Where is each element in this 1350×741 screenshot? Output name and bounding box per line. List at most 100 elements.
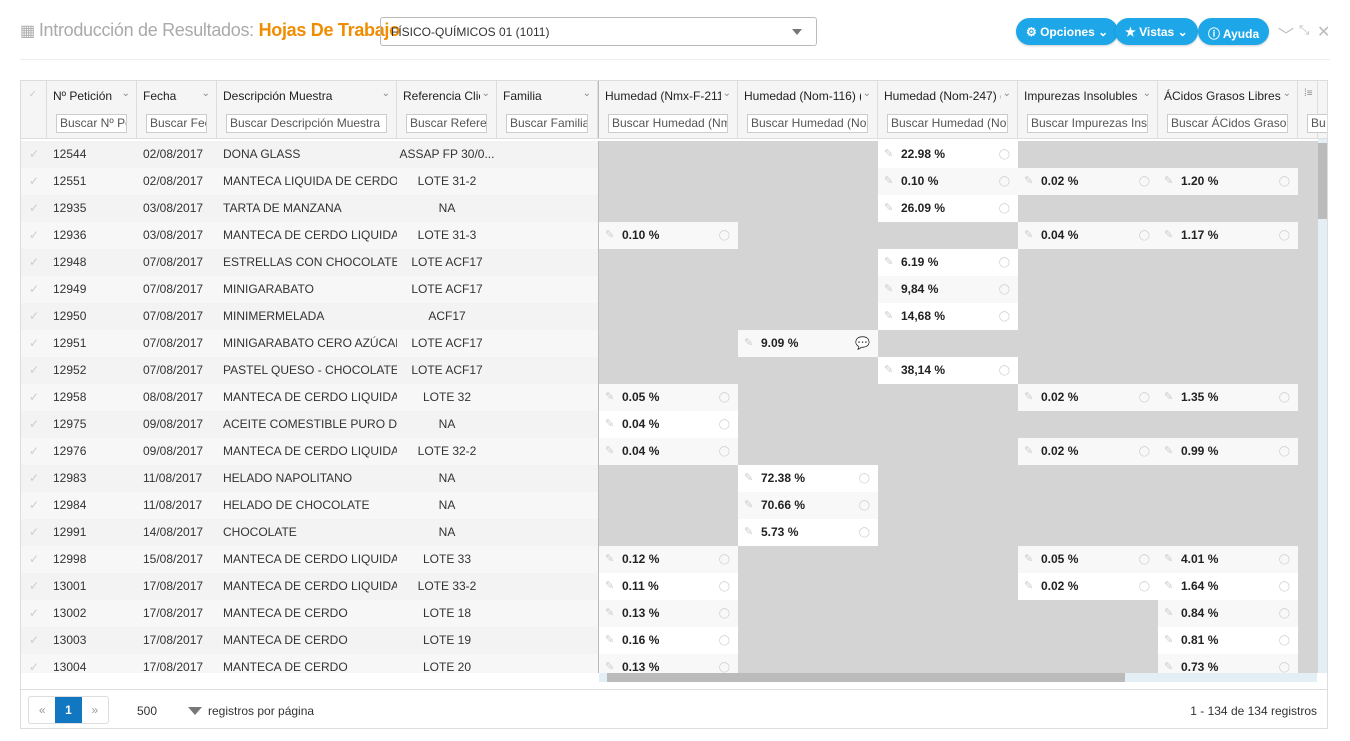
page-size-select[interactable]: 500 (137, 704, 157, 718)
pencil-icon[interactable]: ✎ (1164, 384, 1173, 411)
comment-icon[interactable]: ◯ (719, 573, 730, 600)
chevron-down-icon[interactable]: ⌄ (1143, 88, 1151, 99)
row-checkbox[interactable]: ✓ (21, 519, 47, 546)
row-checkbox[interactable]: ✓ (21, 222, 47, 249)
row-checkbox[interactable]: ✓ (21, 438, 47, 465)
comment-icon[interactable]: ◯ (1279, 438, 1290, 465)
comment-icon[interactable]: ◯ (1139, 438, 1150, 465)
comment-icon[interactable]: ◯ (719, 600, 730, 627)
result-cell[interactable]: ✎ 4.01 % ◯ (1158, 546, 1298, 573)
row-checkbox[interactable]: ✓ (21, 330, 47, 357)
comment-icon[interactable]: ◯ (999, 276, 1010, 303)
result-cell[interactable]: ✎ 0.04 % ◯ (598, 438, 738, 465)
header-select-all[interactable]: ✓ (21, 81, 47, 138)
pencil-icon[interactable]: ✎ (1164, 222, 1173, 249)
comment-icon[interactable]: ◯ (1139, 168, 1150, 195)
pencil-icon[interactable]: ✎ (605, 627, 614, 654)
result-cell[interactable]: ✎ 1.20 % ◯ (1158, 168, 1298, 195)
column-header[interactable]: Humedad (Nom-116) (2...⌄ Buscar Humedad (… (738, 81, 878, 138)
row-checkbox[interactable]: ✓ (21, 492, 47, 519)
column-menu-icon[interactable]: ⁞≡ (1304, 88, 1313, 99)
result-cell[interactable]: ✎ 9,84 % ◯ (878, 276, 1018, 303)
column-header[interactable]: Humedad (Nmx-F-211) ⌄ Buscar Humedad (Nmx (598, 81, 738, 138)
row-checkbox[interactable]: ✓ (21, 627, 47, 654)
pencil-icon[interactable]: ✎ (744, 492, 753, 519)
pencil-icon[interactable]: ✎ (1164, 654, 1173, 673)
row-checkbox[interactable]: ✓ (21, 195, 47, 222)
comment-icon[interactable]: ◯ (1139, 546, 1150, 573)
chevron-down-icon[interactable]: ⌄ (122, 88, 130, 99)
column-header[interactable]: Humedad (Nom-247) (2...⌄ Buscar Humedad (… (878, 81, 1018, 138)
pencil-icon[interactable]: ✎ (1024, 546, 1033, 573)
comment-icon[interactable]: ◯ (1139, 222, 1150, 249)
comment-icon[interactable]: ◯ (719, 384, 730, 411)
result-cell[interactable]: ✎ 0.99 % ◯ (1158, 438, 1298, 465)
result-cell[interactable]: ✎ 1.17 % ◯ (1158, 222, 1298, 249)
comment-icon[interactable]: ◯ (1279, 384, 1290, 411)
column-search-input[interactable]: Buscar Familia (506, 114, 588, 133)
result-cell[interactable]: ✎ 0.02 % ◯ (1018, 168, 1158, 195)
result-cell[interactable]: ✎ 72.38 % ◯ (738, 465, 878, 492)
comment-icon[interactable]: ◯ (719, 627, 730, 654)
column-search-input[interactable]: Buscar Referencia (406, 114, 487, 133)
pencil-icon[interactable]: ✎ (744, 519, 753, 546)
horizontal-scrollbar[interactable] (599, 673, 1317, 682)
comment-icon[interactable]: 💬 (855, 330, 870, 357)
result-cell[interactable]: ✎ 0.02 % ◯ (1018, 573, 1158, 600)
prev-page-button[interactable]: « (29, 697, 55, 723)
comment-icon[interactable]: ◯ (859, 465, 870, 492)
comment-icon[interactable]: ◯ (1279, 654, 1290, 673)
comment-icon[interactable]: ◯ (1279, 600, 1290, 627)
result-cell[interactable]: ✎ 0.84 % ◯ (1158, 600, 1298, 627)
pencil-icon[interactable]: ✎ (605, 384, 614, 411)
column-header[interactable]: Nº Petición ⌄ Buscar Nº Petición (47, 81, 137, 138)
row-checkbox[interactable]: ✓ (21, 654, 47, 673)
comment-icon[interactable]: ◯ (1139, 573, 1150, 600)
result-cell[interactable]: ✎ 0.05 % ◯ (598, 384, 738, 411)
chevron-down-icon[interactable]: ⌄ (1003, 88, 1011, 99)
row-checkbox[interactable]: ✓ (21, 384, 47, 411)
comment-icon[interactable]: ◯ (999, 357, 1010, 384)
column-header[interactable]: ⁞≡ Bu (1298, 81, 1327, 138)
column-header[interactable]: Familia ⌄ Buscar Familia (497, 81, 598, 138)
comment-icon[interactable]: ◯ (999, 303, 1010, 330)
next-page-button[interactable]: » (82, 697, 108, 723)
result-cell[interactable]: ✎ 0.73 % ◯ (1158, 654, 1298, 673)
column-search-input[interactable]: Buscar Humedad (Nom (887, 114, 1008, 133)
chevron-down-icon[interactable]: ⌄ (202, 88, 210, 99)
options-button[interactable]: ⚙ Opciones ⌄ (1016, 18, 1119, 45)
comment-icon[interactable]: ◯ (719, 222, 730, 249)
column-search-input[interactable]: Buscar Impurezas Inso (1027, 114, 1148, 133)
result-cell[interactable]: ✎ 0.11 % ◯ (598, 573, 738, 600)
comment-icon[interactable]: ◯ (719, 438, 730, 465)
result-cell[interactable]: ✎ 9.09 % 💬 (738, 330, 878, 357)
pencil-icon[interactable]: ✎ (744, 330, 753, 357)
row-checkbox[interactable]: ✓ (21, 303, 47, 330)
comment-icon[interactable]: ◯ (1279, 573, 1290, 600)
row-checkbox[interactable]: ✓ (21, 465, 47, 492)
result-cell[interactable]: ✎ 0.04 % ◯ (598, 411, 738, 438)
comment-icon[interactable]: ◯ (999, 249, 1010, 276)
row-checkbox[interactable]: ✓ (21, 573, 47, 600)
column-search-input[interactable]: Buscar Nº Petición (56, 114, 127, 133)
column-search-input[interactable]: Buscar Descripción Muestra (226, 114, 387, 133)
pencil-icon[interactable]: ✎ (1024, 168, 1033, 195)
pencil-icon[interactable]: ✎ (605, 411, 614, 438)
pencil-icon[interactable]: ✎ (605, 600, 614, 627)
row-checkbox[interactable]: ✓ (21, 600, 47, 627)
column-search-input[interactable]: Bu (1307, 114, 1327, 133)
vertical-scrollbar[interactable] (1318, 139, 1327, 673)
pencil-icon[interactable]: ✎ (884, 303, 893, 330)
comment-icon[interactable]: ◯ (1279, 627, 1290, 654)
column-search-input[interactable]: Buscar Fecha (146, 114, 207, 133)
comment-icon[interactable]: ◯ (1279, 546, 1290, 573)
pencil-icon[interactable]: ✎ (605, 654, 614, 673)
compress-icon[interactable]: ⤡ (1299, 22, 1309, 38)
result-cell[interactable]: ✎ 0.16 % ◯ (598, 627, 738, 654)
pencil-icon[interactable]: ✎ (605, 546, 614, 573)
comment-icon[interactable]: ◯ (719, 411, 730, 438)
result-cell[interactable]: ✎ 22.98 % ◯ (878, 141, 1018, 168)
comment-icon[interactable]: ◯ (1279, 168, 1290, 195)
result-cell[interactable]: ✎ 0.13 % ◯ (598, 654, 738, 673)
result-cell[interactable]: ✎ 1.35 % ◯ (1158, 384, 1298, 411)
